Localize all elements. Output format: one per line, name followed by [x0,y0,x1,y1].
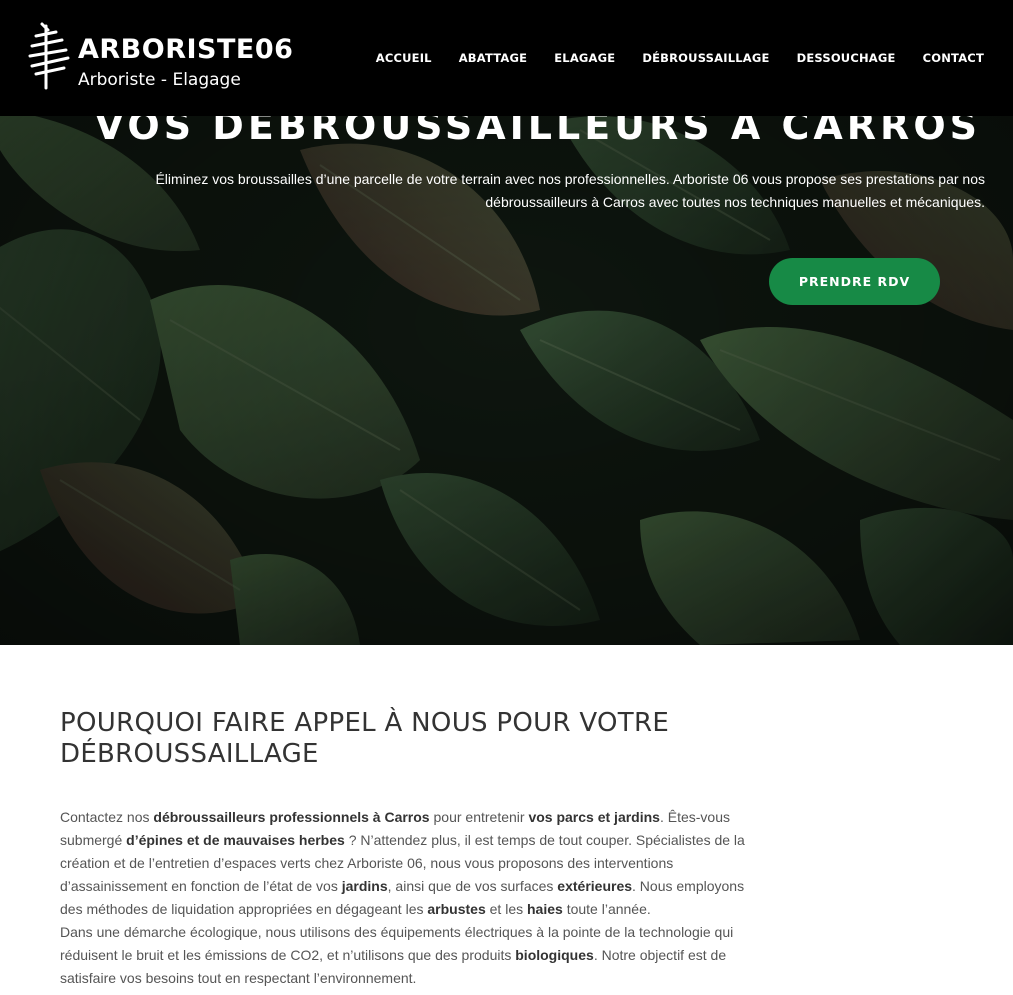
section-paragraph: Contactez nos débroussailleurs professio… [60,806,755,990]
brand-tagline: Arboriste - Elagage [78,70,241,90]
paragraph-text: toute l’année. [562,901,651,917]
section-title: POURQUOI FAIRE APPEL À NOUS POUR VOTRE D… [60,708,670,769]
nav-item-elagage[interactable]: ELAGAGE [554,51,615,65]
paragraph-text: pour entretenir [429,809,529,825]
highlight-text: jardins [341,878,388,894]
main-nav: ACCUEIL ABATTAGE ELAGAGE DÉBROUSSAILLAGE… [376,51,984,65]
highlight-text: biologiques [515,947,594,963]
nav-item-abattage[interactable]: ABATTAGE [459,51,528,65]
highlight-text: arbustes [427,901,486,917]
highlight-text: vos parcs et jardins [528,809,660,825]
tree-logo-icon [28,22,70,90]
site-logo[interactable]: ARBORISTE06 Arboriste - Elagage [26,20,293,96]
nav-item-contact[interactable]: CONTACT [923,51,984,65]
highlight-text: d’épines et de mauvaises herbes [126,832,345,848]
nav-item-accueil[interactable]: ACCUEIL [376,51,432,65]
hero-description: Éliminez vos broussailles d’une parcelle… [155,171,985,210]
highlight-text: haies [527,901,563,917]
nav-item-debroussaillage[interactable]: DÉBROUSSAILLAGE [642,51,769,65]
main-content: POURQUOI FAIRE APPEL À NOUS POUR VOTRE D… [60,708,760,990]
paragraph-text: Contactez nos [60,809,154,825]
highlight-text: extérieures [557,878,633,894]
paragraph-text: , ainsi que de vos surfaces [387,878,558,894]
brand-name: ARBORISTE06 [78,34,294,65]
paragraph-text: et les [485,901,527,917]
book-appointment-button[interactable]: PRENDRE RDV [769,258,940,305]
site-header: ARBORISTE06 Arboriste - Elagage ACCUEIL … [0,0,1013,116]
nav-item-dessouchage[interactable]: DESSOUCHAGE [797,51,896,65]
highlight-text: débroussailleurs professionnels à Carros [153,809,430,825]
